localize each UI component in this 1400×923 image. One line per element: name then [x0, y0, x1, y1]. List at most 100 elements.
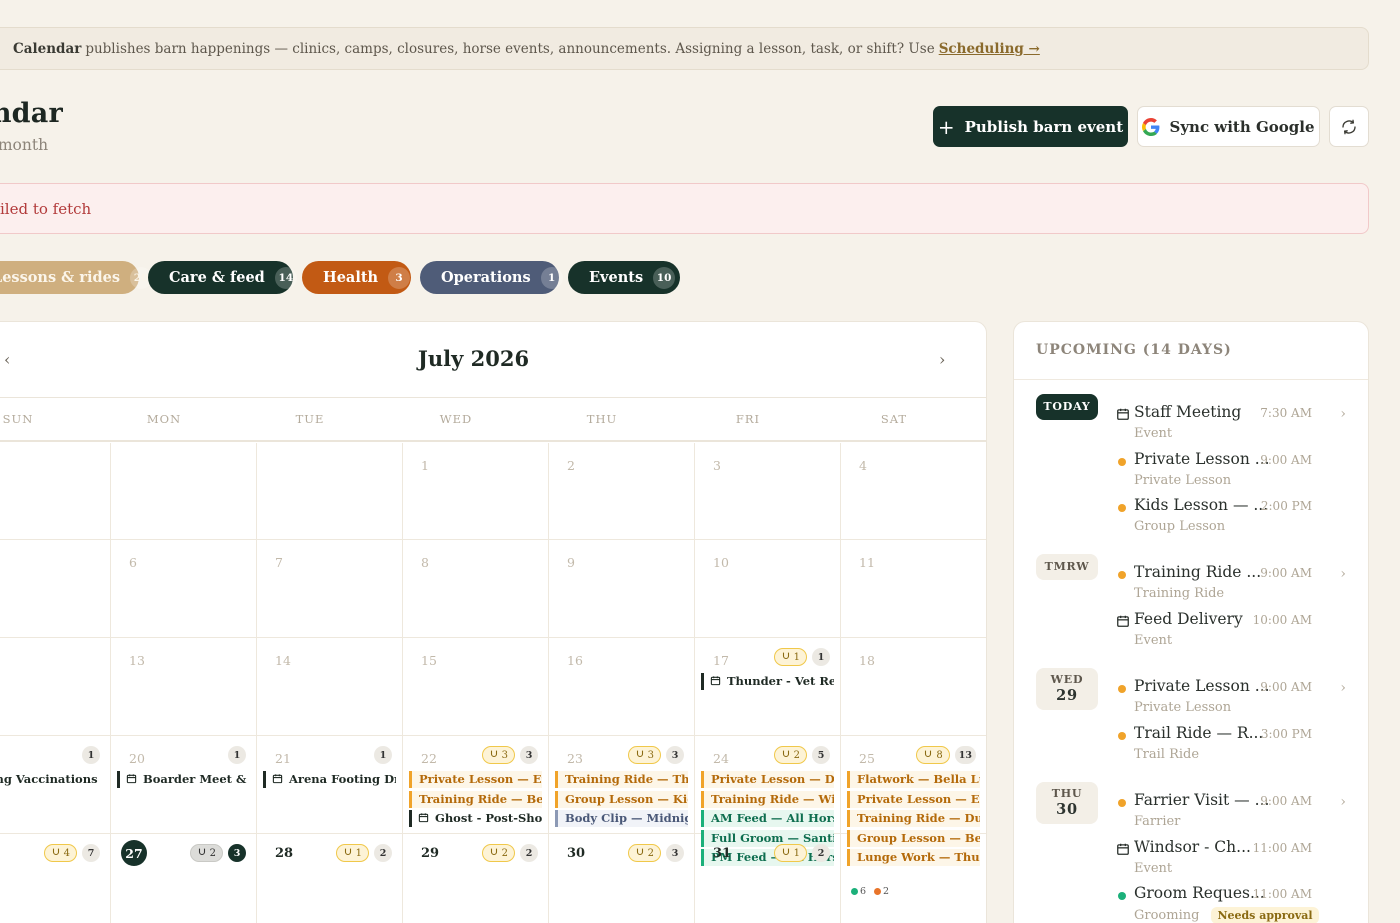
weekday-label: WED	[439, 412, 473, 426]
day-cell[interactable]: 2425Private Lesson — Dav...Training Ride…	[695, 736, 841, 866]
chevron-right-icon[interactable]: ›	[1340, 406, 1346, 422]
day-number: 25	[859, 751, 875, 766]
horseshoe-count: 2	[209, 847, 216, 859]
day-number: 4	[859, 458, 867, 473]
day-cell[interactable]: 27 2 3	[111, 834, 257, 923]
info-banner: Calendar publishes barn happenings — cli…	[0, 27, 1369, 70]
filter-chip[interactable]: Events 10	[568, 261, 680, 294]
calendar-event[interactable]: Training Ride — Win...	[701, 790, 834, 808]
calendar-event[interactable]: Training Ride — Thu...	[555, 771, 688, 788]
day-cell[interactable]: 21 1 Arena Footing Drag	[257, 736, 403, 834]
day-cell[interactable]: 9	[549, 540, 695, 638]
calendar-event[interactable]: Private Lesson — Emi...	[847, 790, 980, 808]
upcoming-item-category: Event	[1134, 633, 1172, 648]
day-cell[interactable]: 16	[549, 638, 695, 736]
publish-barn-event-button[interactable]: + Publish barn event	[933, 106, 1128, 147]
filter-chip[interactable]: Operations 1	[420, 261, 563, 294]
chevron-right-icon[interactable]: ›	[1340, 680, 1346, 696]
day-cell[interactable]	[841, 834, 986, 923]
day-cell[interactable]: 1 pring Vaccinations	[0, 736, 111, 834]
calendar-event[interactable]: Body Clip — Midnigh...	[555, 810, 688, 827]
calendar-event[interactable]: Flatwork — Bella Luna	[847, 771, 980, 788]
horseshoe-icon	[635, 847, 645, 860]
filter-chip[interactable]: Lessons & rides 20	[0, 261, 152, 294]
day-cell[interactable]: 47	[0, 834, 111, 923]
refresh-button[interactable]	[1329, 106, 1369, 147]
calendar-event[interactable]: Thunder - Vet Rec...	[701, 673, 834, 690]
upcoming-item-category: Group Lesson	[1134, 519, 1225, 534]
day-cell[interactable]: 10	[695, 540, 841, 638]
calendar-month-title: July 2026	[417, 346, 530, 371]
day-cell[interactable]: 14	[257, 638, 403, 736]
day-cell[interactable]: 31 1 2	[695, 834, 841, 923]
day-cell[interactable]: 20 1 Boarder Meet & G...	[111, 736, 257, 834]
chip-count: 1	[540, 266, 563, 289]
calendar-event[interactable]: Training Ride — Bell...	[409, 790, 542, 808]
day-cell[interactable]: 15	[403, 638, 549, 736]
event-count-badge: 3	[520, 746, 538, 764]
day-events: pring Vaccinations	[0, 771, 104, 791]
chevron-right-icon[interactable]: ›	[1340, 566, 1346, 582]
day-cell[interactable]: 8	[403, 540, 549, 638]
day-cell[interactable]: 13	[111, 638, 257, 736]
day-cell[interactable]: 28 1 2	[257, 834, 403, 923]
calendar-event[interactable]: Private Lesson — Dav...	[701, 771, 834, 788]
day-events: Boarder Meet & G...	[117, 771, 250, 791]
day-badges: 22	[481, 844, 538, 862]
calendar-event[interactable]: pring Vaccinations	[0, 771, 104, 788]
horseshoe-icon	[343, 847, 353, 860]
chevron-right-icon[interactable]: ›	[1340, 794, 1346, 810]
horseshoe-count: 8	[936, 749, 943, 761]
day-cell[interactable]: 4	[841, 443, 986, 540]
day-label-text: WED	[1050, 673, 1084, 686]
upcoming-title: UPCOMING (14 DAYS)	[1036, 342, 1232, 358]
horseshoe-count: 3	[501, 749, 508, 761]
day-cell[interactable]: 7	[257, 540, 403, 638]
event-count-badge: 3	[666, 844, 684, 862]
weekday-label: SUN	[2, 412, 34, 426]
calendar-event[interactable]: Boarder Meet & G...	[117, 771, 250, 788]
day-cell[interactable]: 25 8 13 Flatwork — Bella Luna Private Lesson…	[841, 736, 986, 897]
day-cell[interactable]: 1	[403, 443, 549, 540]
day-cell[interactable]: 17 11 Thunder - Vet Rec...	[695, 638, 841, 736]
day-cell[interactable]	[257, 443, 403, 540]
day-cell[interactable]: 22 33 Private Lesson — Emily Training Ride …	[403, 736, 549, 834]
event-count-badge: 5	[812, 746, 830, 764]
day-cell[interactable]: 29 2 2	[403, 834, 549, 923]
horseshoe-count: 1	[793, 651, 800, 663]
upcoming-item-category: Training Ride	[1134, 586, 1224, 601]
day-cell[interactable]: 23 33 Training Ride — Thu... Group Lesson —…	[549, 736, 695, 834]
day-cell[interactable]: 3	[695, 443, 841, 540]
category-dot-icon	[1118, 685, 1126, 693]
day-label-number: 29	[1056, 687, 1078, 704]
event-count-badge: 1	[374, 746, 392, 764]
calendar-event[interactable]: Ghost - Post-Sho...	[409, 810, 542, 827]
day-cell[interactable]: 30 2 3	[549, 834, 695, 923]
filter-chip[interactable]: Health 3	[302, 261, 411, 294]
filter-chip[interactable]: Care & feed 14	[148, 261, 297, 294]
upcoming-item-name: Kids Lesson — ...	[1134, 496, 1269, 514]
day-number: 9	[567, 555, 575, 570]
upcoming-item-category: Event	[1134, 426, 1172, 441]
day-cell[interactable]: 11	[841, 540, 986, 638]
calendar-event[interactable]: Arena Footing Drag	[263, 771, 396, 788]
calendar-event[interactable]: Training Ride — Duke	[847, 810, 980, 827]
day-badges: 23	[189, 844, 246, 862]
upcoming-item-category: Farrier	[1134, 814, 1180, 829]
day-cell[interactable]: 6	[111, 540, 257, 638]
day-cell[interactable]	[0, 540, 111, 638]
horseshoe-icon	[197, 847, 207, 860]
scheduling-link[interactable]: Scheduling →	[939, 41, 1040, 57]
calendar-event[interactable]: AM Feed — All Horses	[701, 810, 834, 827]
calendar-event[interactable]: Private Lesson — Emily	[409, 771, 542, 788]
chevron-right-icon[interactable]: ›	[939, 350, 945, 369]
sync-google-button[interactable]: Sync with Google	[1137, 106, 1320, 147]
sync-label: Sync with Google	[1169, 117, 1315, 136]
day-cell[interactable]: 2	[549, 443, 695, 540]
category-dot-icon	[1118, 731, 1126, 740]
day-cell[interactable]	[0, 443, 111, 540]
day-cell[interactable]	[0, 638, 111, 736]
day-cell[interactable]: 18	[841, 638, 986, 736]
calendar-event[interactable]: Group Lesson — Kids	[555, 790, 688, 808]
day-cell[interactable]	[111, 443, 257, 540]
